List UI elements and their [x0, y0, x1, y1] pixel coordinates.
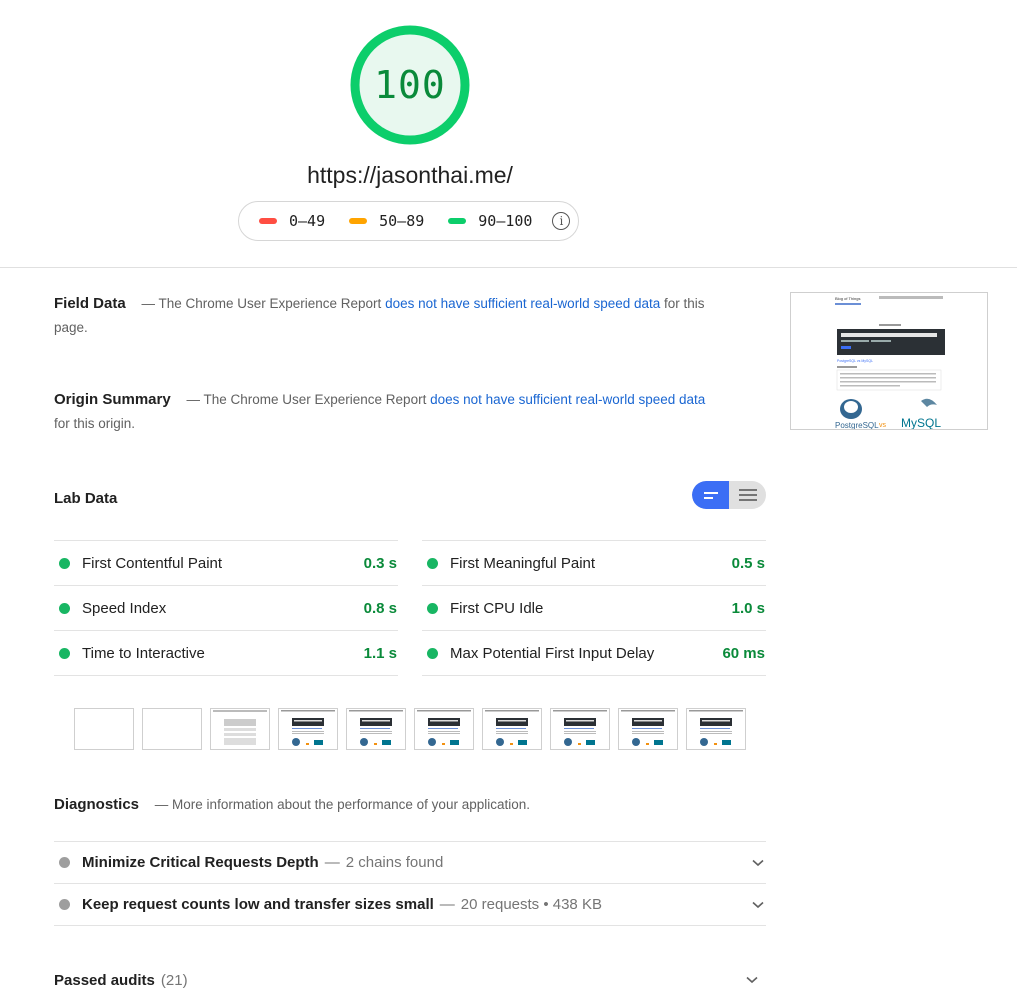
metric-first-contentful-paint: First Contentful Paint 0.3 s	[54, 540, 398, 585]
expanded-view-icon-line	[738, 494, 757, 496]
metrics-view-toggle[interactable]	[692, 481, 766, 509]
metric-first-meaningful-paint: First Meaningful Paint 0.5 s	[422, 540, 766, 585]
filmstrip-frame	[550, 708, 610, 750]
metrics-column-right: First Meaningful Paint 0.5 s First CPU I…	[422, 540, 766, 676]
filmstrip-frame	[618, 708, 678, 750]
metrics-column-left: First Contentful Paint 0.3 s Speed Index…	[54, 540, 398, 676]
chevron-down-icon[interactable]	[750, 897, 766, 913]
thumb-site-title: Blog of Things	[835, 296, 861, 301]
metric-name: Time to Interactive	[82, 644, 205, 662]
field-data-prefix: — The Chrome User Experience Report	[141, 296, 382, 311]
filmstrip-frame	[346, 708, 406, 750]
audit-separator: —	[324, 854, 340, 871]
metric-value: 0.8 s	[363, 599, 397, 617]
passed-audits-label: Passed audits	[54, 971, 155, 989]
audit-separator: —	[439, 896, 455, 913]
metric-value: 1.0 s	[731, 599, 765, 617]
pass-dot-icon	[427, 647, 438, 659]
metric-name: Speed Index	[82, 599, 167, 617]
diagnostics-title: Diagnostics	[54, 796, 140, 813]
metric-value: 60 ms	[722, 644, 765, 662]
metric-first-cpu-idle: First CPU Idle 1.0 s	[422, 585, 766, 630]
metric-max-potential-fid: Max Potential First Input Delay 60 ms	[422, 630, 766, 676]
origin-summary-suffix: for this origin.	[54, 416, 136, 431]
legend-average-label: 50–89	[379, 212, 425, 230]
filmstrip-frame	[414, 708, 474, 750]
legend-fail-swatch	[259, 218, 277, 224]
metric-speed-index: Speed Index 0.8 s	[54, 585, 398, 630]
pass-dot-icon	[427, 602, 438, 614]
pass-dot-icon	[59, 557, 70, 569]
field-data-title: Field Data	[54, 295, 126, 312]
metric-time-to-interactive: Time to Interactive 1.1 s	[54, 630, 398, 676]
pass-dot-icon	[59, 602, 70, 614]
pass-dot-icon	[59, 647, 70, 659]
filmstrip-frame	[142, 708, 202, 750]
legend-pass: 90–100	[448, 212, 532, 230]
page-url: https://jasonthai.me/	[307, 162, 513, 188]
passed-audits-toggle[interactable]: Passed audits (21)	[54, 968, 766, 992]
header-divider	[0, 267, 1017, 268]
screenshot-preview: Blog of Things PostgreSQL vs MySQL Postg…	[835, 296, 945, 430]
informative-dot-icon	[59, 857, 70, 868]
compact-view-icon-line	[703, 496, 713, 499]
score-legend: 0–49 50–89 90–100 i	[238, 201, 579, 241]
legend-pass-label: 90–100	[478, 212, 533, 230]
chevron-down-icon[interactable]	[750, 855, 766, 871]
passed-audits-count: (21)	[160, 971, 188, 989]
metric-name: Max Potential First Input Delay	[450, 644, 655, 662]
chevron-down-icon[interactable]	[744, 972, 760, 988]
thumb-logo-right: MySQL	[901, 416, 941, 430]
filmstrip-frame	[686, 708, 746, 750]
thumb-logo-left: PostgreSQL	[835, 421, 879, 430]
diagnostics-list: Minimize Critical Requests Depth — 2 cha…	[54, 841, 766, 926]
metric-value: 1.1 s	[363, 644, 397, 662]
filmstrip-frame	[482, 708, 542, 750]
origin-summary-prefix: — The Chrome User Experience Report	[186, 392, 427, 407]
expanded-view-button[interactable]	[729, 481, 766, 509]
audit-critical-request-chains[interactable]: Minimize Critical Requests Depth — 2 cha…	[54, 841, 766, 883]
legend-fail: 0–49	[259, 212, 325, 230]
audit-detail: 20 requests • 438 KB	[460, 896, 602, 913]
field-data-link[interactable]: does not have sufficient real-world spee…	[385, 296, 660, 311]
thumb-post-title: PostgreSQL vs MySQL	[837, 359, 873, 363]
audit-resource-summary[interactable]: Keep request counts low and transfer siz…	[54, 883, 766, 926]
audit-name: Minimize Critical Requests Depth	[82, 854, 319, 871]
audit-name: Keep request counts low and transfer siz…	[82, 896, 434, 913]
field-data-section: Field Data — The Chrome User Experience …	[54, 292, 714, 340]
expanded-view-icon	[738, 489, 757, 491]
informative-dot-icon	[59, 899, 70, 910]
legend-average-swatch	[349, 218, 368, 224]
metric-name: First Contentful Paint	[82, 554, 223, 572]
metric-value: 0.3 s	[363, 554, 397, 572]
metric-name: First Meaningful Paint	[450, 554, 596, 572]
diagnostics-subtitle: — More information about the performance…	[154, 797, 530, 812]
info-icon[interactable]: i	[552, 212, 571, 230]
legend-average: 50–89	[349, 212, 424, 230]
thumb-vs: vs	[879, 422, 887, 429]
lab-data-title: Lab Data	[54, 490, 118, 507]
origin-summary-link[interactable]: does not have sufficient real-world spee…	[430, 392, 705, 407]
performance-score-gauge: 100	[350, 25, 470, 145]
pass-dot-icon	[427, 557, 438, 569]
origin-summary-title: Origin Summary	[54, 391, 171, 408]
compact-view-button[interactable]	[692, 481, 729, 509]
legend-fail-label: 0–49	[289, 212, 326, 230]
legend-pass-swatch	[448, 218, 467, 224]
audit-detail: 2 chains found	[345, 854, 444, 871]
metric-name: First CPU Idle	[450, 599, 544, 617]
final-screenshot: Blog of Things PostgreSQL vs MySQL Postg…	[790, 292, 988, 430]
diagnostics-header: Diagnostics — More information about the…	[54, 796, 530, 813]
score-value: 100	[374, 63, 446, 107]
origin-summary-section: Origin Summary — The Chrome User Experie…	[54, 388, 714, 436]
metric-value: 0.5 s	[731, 554, 765, 572]
compact-view-icon	[703, 491, 718, 494]
filmstrip-frame	[74, 708, 134, 750]
filmstrip-frame	[210, 708, 270, 750]
filmstrip-frame	[278, 708, 338, 750]
expanded-view-icon-line	[738, 499, 757, 501]
